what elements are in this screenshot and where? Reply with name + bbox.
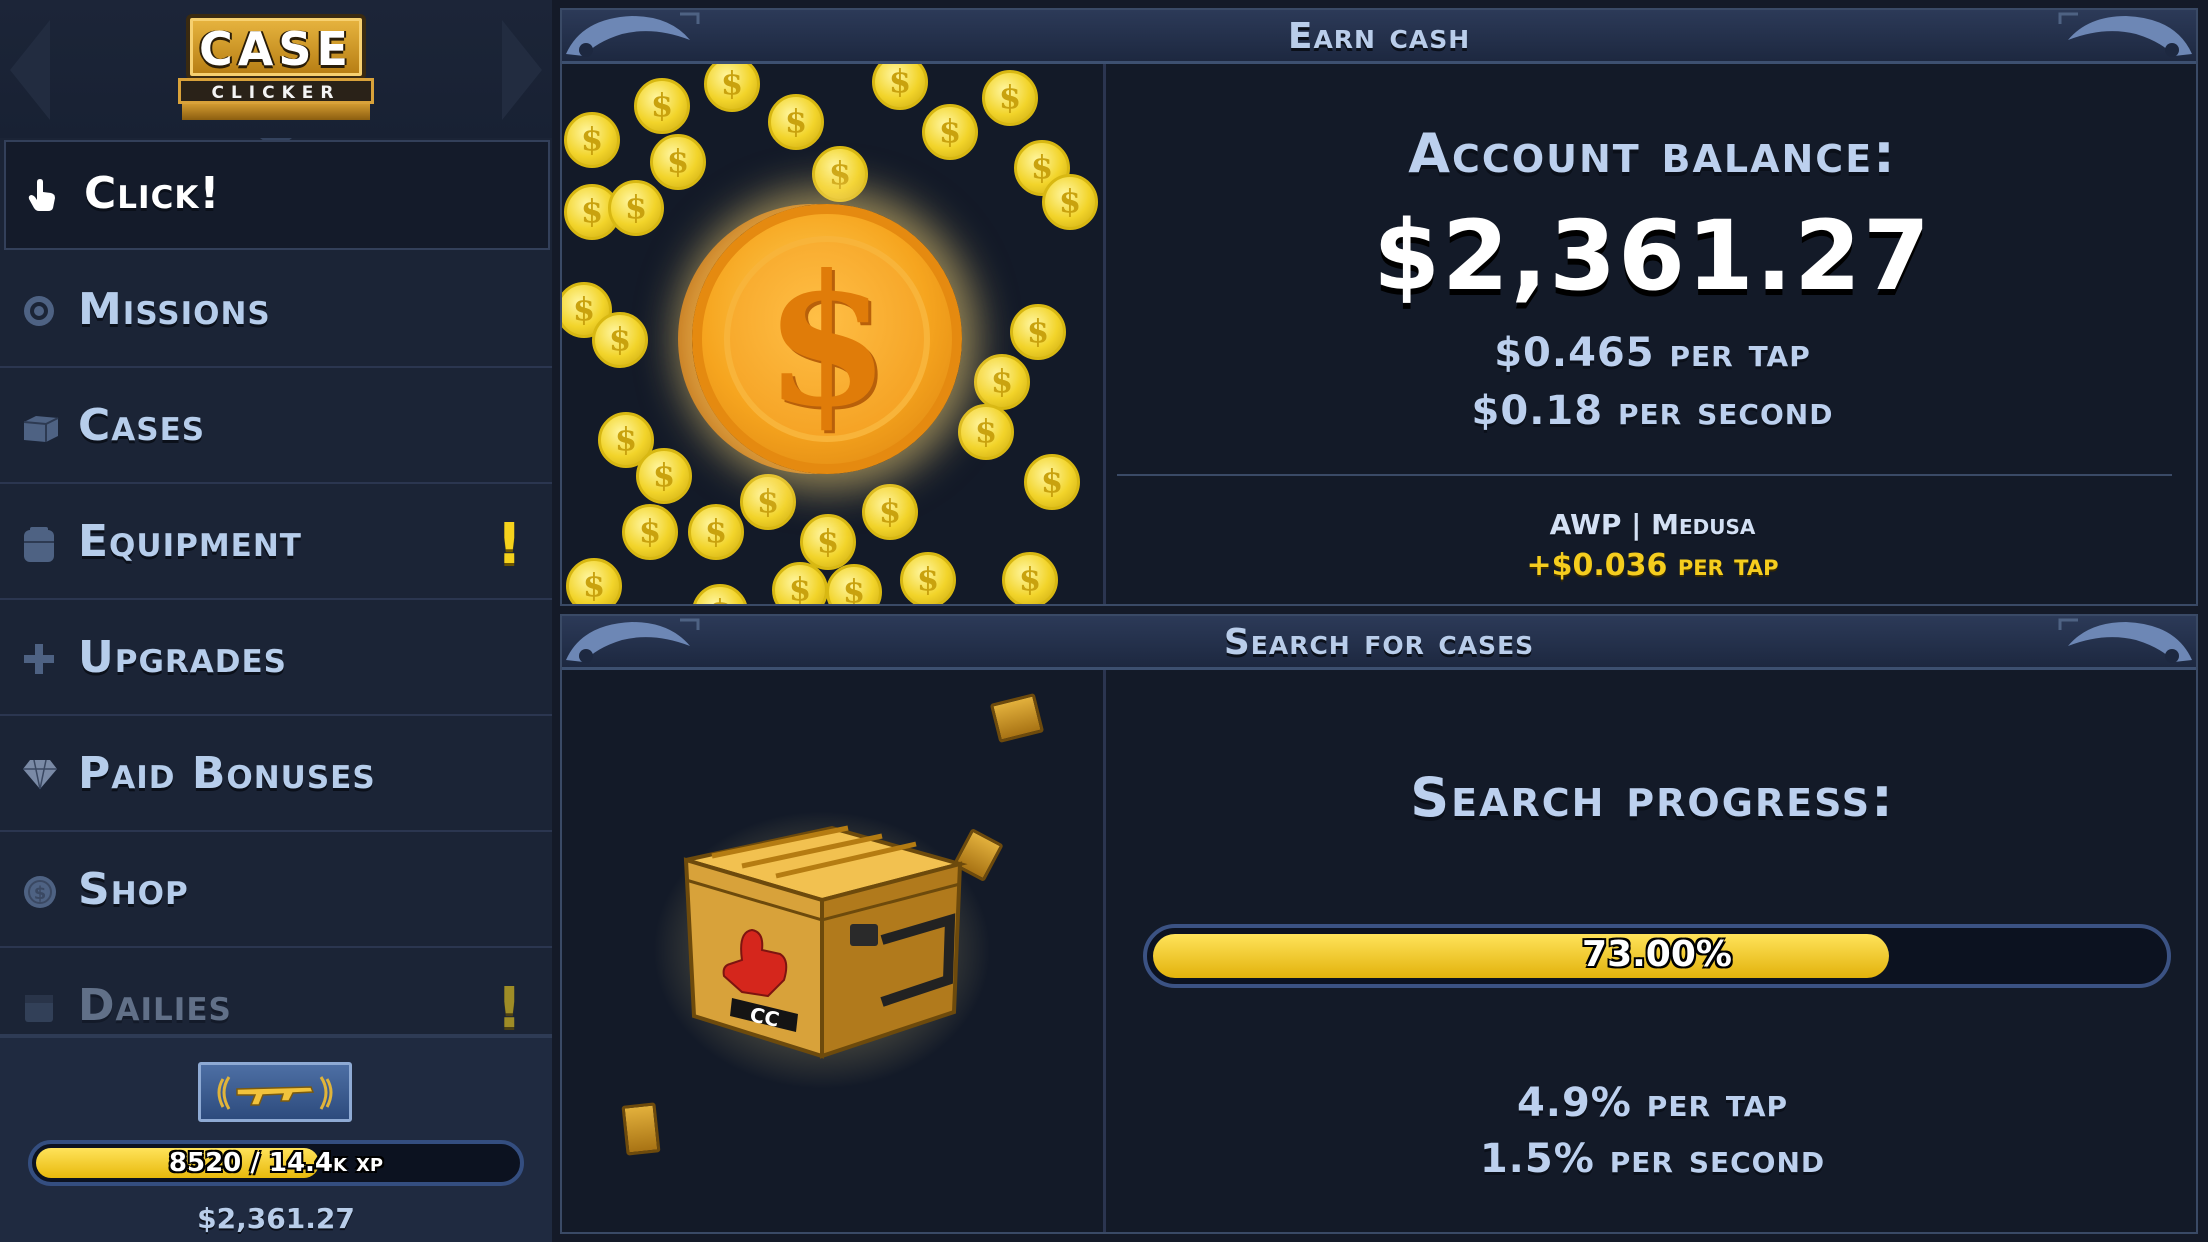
nav-item-click[interactable]: Click! (4, 140, 550, 250)
gold-coin-icon: $ (636, 448, 692, 504)
gold-coin-icon: $ (592, 312, 648, 368)
nav-label-cases: Cases (78, 400, 206, 451)
locker-icon (22, 526, 56, 562)
nav-item-paid-bonuses[interactable]: Paid Bonuses (0, 716, 552, 832)
account-balance-label: Account balance: (1408, 122, 1897, 185)
gold-coin-icon: $ (862, 484, 918, 540)
cash-per-second: $0.18 per second (1471, 388, 1834, 434)
gold-coin-icon: $ (622, 504, 678, 560)
gold-coin-icon: $ (982, 70, 1038, 126)
logo-area: CASE CLICKER (0, 0, 552, 138)
gold-coin-icon: $ (922, 104, 978, 160)
panel-title: Search for cases (1223, 622, 1535, 663)
gold-coin-icon: $ (692, 584, 748, 604)
search-info: Search progress: 73.00% 4.9% per tap 1.5… (1109, 670, 2196, 1232)
nav-label-upgrades: Upgrades (78, 632, 287, 683)
gold-coin-icon: $ (1010, 304, 1066, 360)
gold-coin-icon: $ (650, 134, 706, 190)
nav-label-equipment: Equipment (78, 516, 302, 567)
footer-balance: $2,361.27 (197, 1202, 355, 1235)
nav-label-click: Click! (84, 168, 221, 219)
coin-click-area[interactable]: $ $ $ $ $ $ $ $ $ $ $ $ $ $ $ $ $ $ $ $ … (562, 64, 1106, 604)
gold-coin-icon: $ (812, 146, 868, 202)
nav-item-dailies[interactable]: Dailies ! (0, 948, 552, 1041)
crate-click-area[interactable]: CC (562, 670, 1106, 1232)
nav-item-equipment[interactable]: Equipment ! (0, 484, 552, 600)
player-status-footer: 8520 / 14.4k xp $2,361.27 (0, 1034, 552, 1242)
gold-coin-icon: $ (900, 552, 956, 604)
gold-coin-icon: $ (1002, 552, 1058, 604)
search-cases-panel: Search for cases CC Search progress: 73.… (560, 614, 2198, 1234)
logo-clicker-text: CLICKER (211, 83, 341, 103)
search-progress-percent: 73.00% (1582, 934, 1732, 975)
divider (1117, 474, 2172, 476)
crate-icon (22, 410, 59, 444)
weapon-case-button[interactable]: CC (672, 820, 972, 1060)
case-clicker-logo: CASE CLICKER (178, 14, 374, 120)
gold-coin-icon: $ (768, 94, 824, 150)
gold-coin-icon: $ (800, 514, 856, 570)
logo-case-text: CASE (199, 22, 353, 76)
plus-icon (22, 642, 56, 676)
sidebar: CASE CLICKER Click! Missions Cases Equip… (0, 0, 552, 1242)
gold-coin-icon: $ (958, 404, 1014, 460)
small-crate-icon (989, 693, 1045, 743)
chevron-right-decoration (502, 20, 542, 120)
big-dollar-coin-button[interactable]: $ (692, 204, 962, 474)
gold-coin-icon: $ (872, 64, 928, 110)
gold-coin-icon: $ (566, 558, 622, 604)
nav-item-missions[interactable]: Missions (0, 252, 552, 368)
search-per-second: 1.5% per second (1479, 1136, 1826, 1182)
gold-coin-icon: $ (634, 78, 690, 134)
svg-text:$: $ (34, 883, 47, 904)
gold-coin-icon: $ (740, 474, 796, 530)
panel-title: Earn cash (1287, 16, 1471, 57)
gold-coin-icon: $ (1024, 454, 1080, 510)
gold-coin-icon: $ (826, 564, 882, 604)
dollar-sign-icon: $ (764, 236, 890, 447)
nav-item-shop[interactable]: $ Shop (0, 832, 552, 948)
chevron-left-decoration (10, 20, 50, 120)
panel-header: Earn cash (562, 10, 2196, 64)
pointer-hand-icon (26, 178, 60, 212)
search-progress-label: Search progress: (1410, 766, 1895, 829)
coin-icon: $ (22, 874, 56, 908)
nav-item-cases[interactable]: Cases (0, 368, 552, 484)
diamond-icon (22, 758, 57, 792)
gold-coin-icon: $ (608, 180, 664, 236)
gold-coin-icon: $ (688, 504, 744, 560)
nav-label-missions: Missions (78, 284, 271, 335)
gold-coin-icon: $ (704, 64, 760, 112)
panel-header: Search for cases (562, 616, 2196, 670)
search-progress-bar: 73.00% (1143, 924, 2171, 988)
nav-label-paid-bonuses: Paid Bonuses (78, 748, 376, 799)
nav-item-upgrades[interactable]: Upgrades (0, 600, 552, 716)
cash-per-tap: $0.465 per tap (1494, 330, 1811, 376)
nav-label-shop: Shop (78, 864, 189, 915)
small-crate-icon (621, 1102, 661, 1156)
xp-progress-bar: 8520 / 14.4k xp (28, 1140, 524, 1186)
gold-coin-icon: $ (974, 354, 1030, 410)
gold-coin-icon: $ (564, 112, 620, 168)
equipped-weapon-name: AWP | Medusa (1549, 508, 1756, 541)
nav-label-dailies: Dailies (78, 980, 232, 1031)
alert-indicator: ! (496, 976, 522, 1041)
ak47-rank-badge-icon[interactable] (198, 1062, 352, 1122)
earn-cash-panel: Earn cash $ $ $ $ $ $ $ $ $ $ $ $ $ $ $ … (560, 8, 2198, 606)
search-per-tap: 4.9% per tap (1516, 1080, 1789, 1126)
calendar-icon (22, 990, 56, 1024)
target-icon (22, 294, 56, 328)
balance-info: Account balance: $2,361.27 $0.465 per ta… (1109, 64, 2196, 604)
alert-indicator: ! (496, 512, 522, 577)
xp-text: 8520 / 14.4k xp (168, 1148, 384, 1178)
gold-coin-icon: $ (1042, 174, 1098, 230)
equipped-weapon-bonus: +$0.036 per tap (1526, 548, 1779, 583)
account-balance-value: $2,361.27 (1373, 200, 1932, 312)
